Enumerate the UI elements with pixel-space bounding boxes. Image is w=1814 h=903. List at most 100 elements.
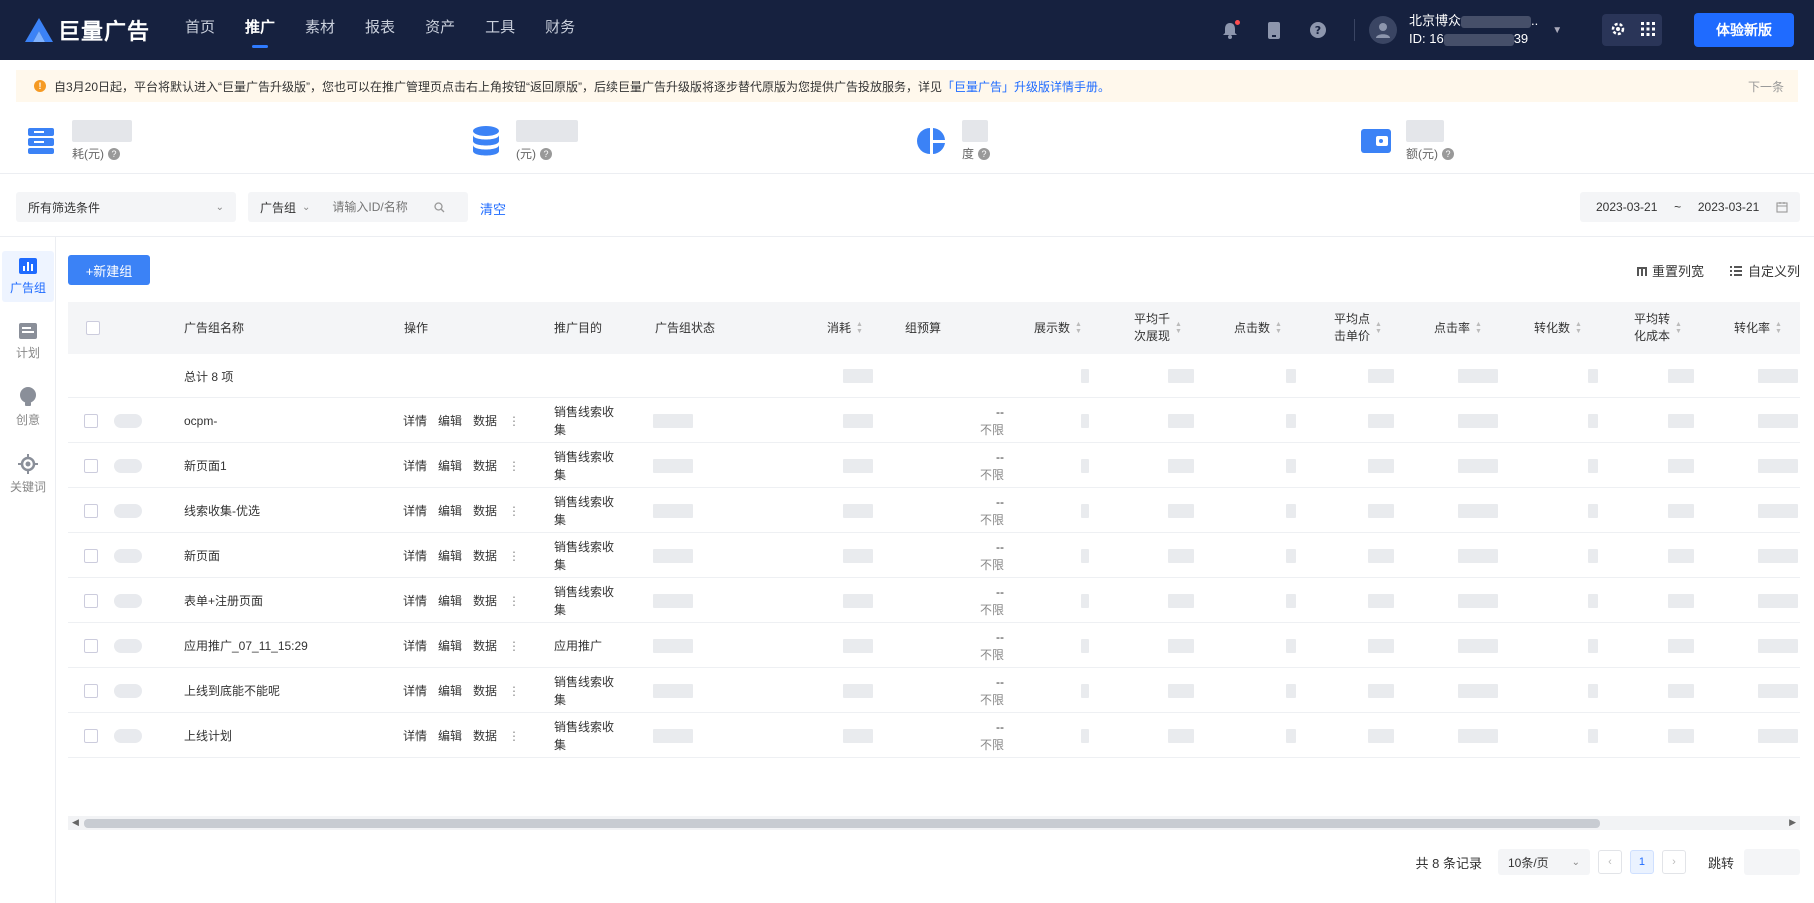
edit-link[interactable]: 编辑 [438, 682, 462, 699]
details-link[interactable]: 详情 [403, 682, 427, 699]
new-group-button[interactable]: +新建组 [68, 255, 150, 285]
sidebar-item-ad-group[interactable]: 广告组 [2, 251, 54, 302]
grid-icon[interactable] [1640, 21, 1655, 39]
sort-icon[interactable]: ▲ ▼ [1175, 321, 1182, 335]
col-cpm[interactable]: 平均千 次展现 ▲ ▼ [1134, 302, 1182, 354]
details-link[interactable]: 详情 [403, 502, 427, 519]
help-icon[interactable]: ? [1307, 19, 1329, 41]
page-button[interactable]: 1 [1629, 850, 1654, 874]
row-checkbox[interactable] [84, 578, 98, 623]
more-icon[interactable]: ⋮ [508, 414, 520, 428]
sort-icon[interactable]: ▲ ▼ [1475, 321, 1482, 335]
next-notice-button[interactable]: 下一条 [1748, 78, 1784, 95]
details-link[interactable]: 详情 [403, 457, 427, 474]
sort-icon[interactable]: ▲ ▼ [1775, 321, 1782, 335]
search-input[interactable] [332, 200, 433, 214]
edit-link[interactable]: 编辑 [438, 502, 462, 519]
sort-icon[interactable]: ▲ ▼ [1375, 321, 1382, 335]
data-link[interactable]: 数据 [473, 547, 497, 564]
details-link[interactable]: 详情 [403, 592, 427, 609]
row-name[interactable]: 应用推广_07_11_15:29 [184, 623, 308, 668]
row-checkbox[interactable] [84, 443, 98, 488]
row-name[interactable]: 线索收集-优选 [184, 488, 260, 533]
row-checkbox[interactable] [84, 533, 98, 578]
sort-icon[interactable]: ▲ ▼ [856, 321, 863, 335]
data-link[interactable]: 数据 [473, 592, 497, 609]
bell-icon[interactable] [1219, 19, 1241, 41]
logo[interactable]: 巨量广告 [24, 14, 154, 46]
sidebar-item-plan[interactable]: 计划 [2, 316, 54, 367]
scroll-left-icon[interactable]: ◀ [72, 817, 79, 828]
more-icon[interactable]: ⋮ [508, 729, 520, 743]
nav-tools[interactable]: 工具 [470, 0, 530, 60]
help-icon[interactable]: ? [108, 147, 120, 160]
row-status-toggle[interactable] [114, 623, 142, 668]
data-link[interactable]: 数据 [473, 457, 497, 474]
col-cost[interactable]: 消耗 ▲ ▼ [827, 302, 863, 354]
nav-reports[interactable]: 报表 [350, 0, 410, 60]
dimension-select[interactable]: 广告组 [260, 199, 296, 216]
scroll-right-icon[interactable]: ▶ [1789, 817, 1796, 828]
horizontal-scrollbar[interactable]: ◀ ▶ [68, 816, 1800, 830]
row-name[interactable]: 新页面1 [184, 443, 227, 488]
more-icon[interactable]: ⋮ [508, 459, 520, 473]
reset-column-width-button[interactable]: 重置列宽 [1636, 261, 1704, 280]
nav-promotion[interactable]: 推广 [230, 0, 290, 60]
date-range-picker[interactable]: 2023-03-21 ~ 2023-03-21 [1580, 192, 1800, 222]
col-impressions[interactable]: 展示数 ▲ ▼ [1034, 302, 1082, 354]
details-link[interactable]: 详情 [403, 547, 427, 564]
row-status-toggle[interactable] [114, 398, 142, 443]
all-conditions-select[interactable]: 所有筛选条件 ⌄ [16, 192, 236, 222]
edit-link[interactable]: 编辑 [438, 412, 462, 429]
row-status-toggle[interactable] [114, 668, 142, 713]
data-link[interactable]: 数据 [473, 637, 497, 654]
row-status-toggle[interactable] [114, 443, 142, 488]
select-all-checkbox[interactable] [86, 302, 100, 354]
row-checkbox[interactable] [84, 398, 98, 443]
page-size-select[interactable]: 10条/页 ⌄ [1497, 849, 1590, 875]
more-icon[interactable]: ⋮ [508, 549, 520, 563]
edit-link[interactable]: 编辑 [438, 727, 462, 744]
more-icon[interactable]: ⋮ [508, 504, 520, 518]
col-cpa[interactable]: 平均转 化成本 ▲ ▼ [1634, 302, 1682, 354]
help-icon[interactable]: ? [540, 147, 552, 160]
col-cpc[interactable]: 平均点 击单价 ▲ ▼ [1334, 302, 1382, 354]
next-page-button[interactable]: › [1661, 850, 1686, 874]
nav-finance[interactable]: 财务 [530, 0, 590, 60]
data-link[interactable]: 数据 [473, 727, 497, 744]
details-link[interactable]: 详情 [403, 412, 427, 429]
row-status-toggle[interactable] [114, 488, 142, 533]
details-link[interactable]: 详情 [403, 727, 427, 744]
account-switcher[interactable]: 北京博众.. ID: 16 39 ▼ [1369, 12, 1584, 48]
search-icon[interactable] [434, 201, 445, 213]
help-icon[interactable]: ? [1442, 147, 1454, 160]
more-icon[interactable]: ⋮ [508, 684, 520, 698]
notice-link[interactable]: 「巨量广告」升级版详情手册 [942, 78, 1098, 95]
jump-page-input[interactable] [1744, 849, 1800, 875]
scroll-thumb[interactable] [84, 819, 1600, 828]
nav-home[interactable]: 首页 [170, 0, 230, 60]
col-conversions[interactable]: 转化数 ▲ ▼ [1534, 302, 1582, 354]
sort-icon[interactable]: ▲ ▼ [1575, 321, 1582, 335]
help-icon[interactable]: ? [978, 147, 991, 160]
data-link[interactable]: 数据 [473, 412, 497, 429]
sort-icon[interactable]: ▲ ▼ [1275, 321, 1282, 335]
row-name[interactable]: 表单+注册页面 [184, 578, 263, 623]
edit-link[interactable]: 编辑 [438, 637, 462, 654]
details-link[interactable]: 详情 [403, 637, 427, 654]
col-clicks[interactable]: 点击数 ▲ ▼ [1234, 302, 1282, 354]
col-ctr[interactable]: 点击率 ▲ ▼ [1434, 302, 1482, 354]
sort-icon[interactable]: ▲ ▼ [1075, 321, 1082, 335]
try-new-version-button[interactable]: 体验新版 [1694, 13, 1794, 47]
sidebar-item-keyword[interactable]: 关键词 [2, 448, 54, 501]
row-status-toggle[interactable] [114, 533, 142, 578]
nav-materials[interactable]: 素材 [290, 0, 350, 60]
data-link[interactable]: 数据 [473, 502, 497, 519]
row-checkbox[interactable] [84, 623, 98, 668]
phone-icon[interactable] [1263, 19, 1285, 41]
more-icon[interactable]: ⋮ [508, 639, 520, 653]
row-status-toggle[interactable] [114, 578, 142, 623]
edit-link[interactable]: 编辑 [438, 547, 462, 564]
row-name[interactable]: ocpm- [184, 398, 217, 443]
clear-filters-link[interactable]: 清空 [480, 199, 506, 218]
